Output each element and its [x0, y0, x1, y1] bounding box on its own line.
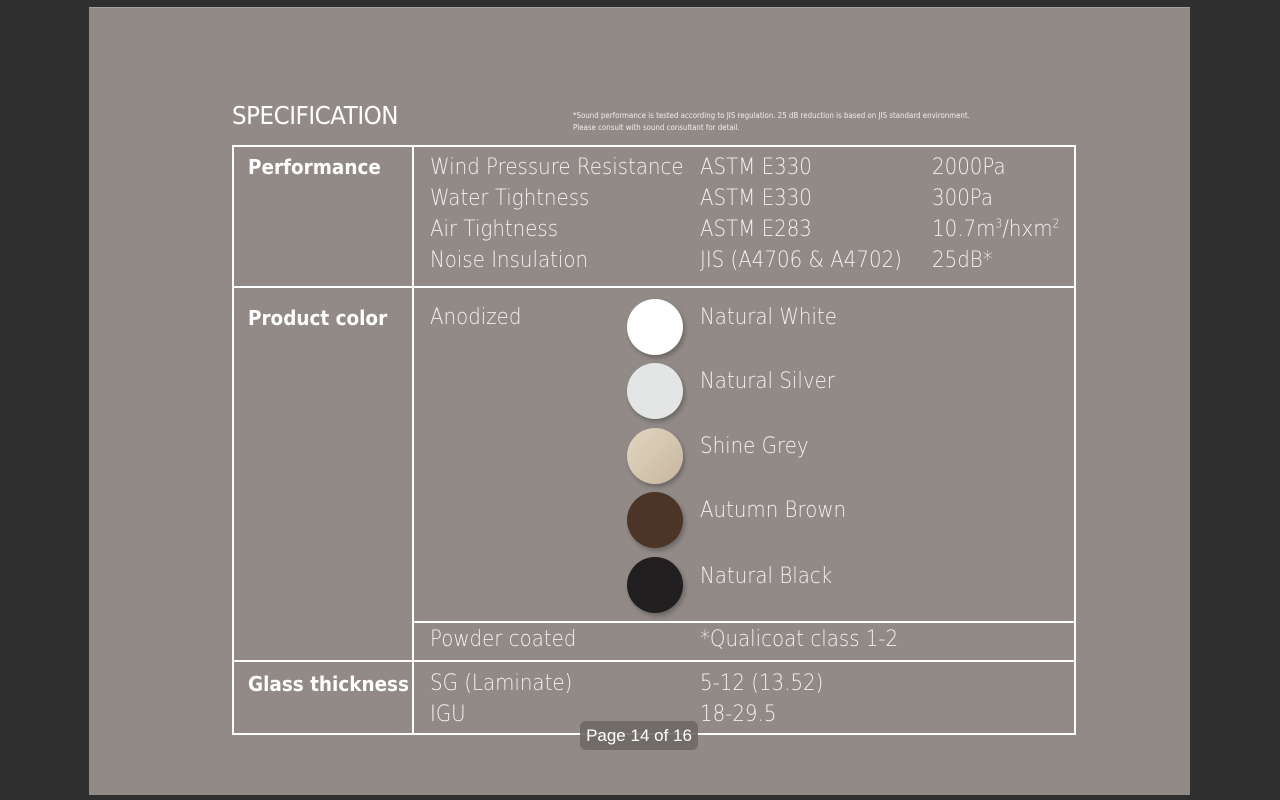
product-color-label: Product color — [248, 306, 388, 330]
powder-coat-note: *Qualicoat class 1-2 — [700, 627, 899, 652]
glass-type: IGU — [430, 702, 466, 727]
color-swatch-natural-silver — [627, 363, 683, 419]
value-part: 10.7m — [932, 217, 996, 242]
footnote: *Sound performance is tested according t… — [573, 110, 970, 134]
finish-anodized: Anodized — [430, 305, 522, 330]
color-name: Natural Silver — [700, 369, 835, 394]
performance-name: Noise Insulation — [430, 248, 589, 273]
glass-value: 5-12 (13.52) — [700, 671, 824, 696]
footnote-line-2: Please consult with sound consultant for… — [573, 123, 740, 132]
performance-label: Performance — [248, 155, 381, 179]
row-divider — [232, 660, 1076, 662]
color-name: Autumn Brown — [700, 498, 847, 523]
performance-value: 300Pa — [932, 186, 993, 211]
color-swatch-autumn-brown — [627, 492, 683, 548]
performance-standard: ASTM E330 — [700, 186, 812, 211]
row-divider — [232, 286, 1076, 288]
value-superscript: 2 — [1052, 216, 1060, 231]
performance-value: 10.7m3/hxm2 — [932, 217, 1059, 242]
color-name: Natural White — [700, 305, 837, 330]
performance-standard: ASTM E283 — [700, 217, 812, 242]
performance-value: 2000Pa — [932, 155, 1006, 180]
glass-value: 18-29.5 — [700, 702, 777, 727]
color-swatch-shine-grey — [627, 428, 683, 484]
value-part: /hxm — [1002, 217, 1053, 242]
performance-value: 25dB* — [932, 248, 993, 273]
finish-powder-coated: Powder coated — [430, 627, 577, 652]
footnote-line-1: *Sound performance is tested according t… — [573, 111, 970, 120]
performance-name: Air Tightness — [430, 217, 559, 242]
color-swatch-natural-black — [627, 557, 683, 613]
column-divider — [412, 145, 414, 735]
page-indicator: Page 14 of 16 — [580, 721, 698, 750]
page-title: SPECIFICATION — [232, 101, 399, 130]
color-swatch-natural-white — [627, 299, 683, 355]
color-name: Natural Black — [700, 564, 833, 589]
glass-type: SG (Laminate) — [430, 671, 573, 696]
glass-thickness-label: Glass thickness — [248, 672, 409, 696]
color-name: Shine Grey — [700, 434, 809, 459]
row-divider — [412, 621, 1076, 623]
performance-standard: JIS (A4706 & A4702) — [700, 248, 902, 273]
performance-standard: ASTM E330 — [700, 155, 812, 180]
performance-name: Wind Pressure Resistance — [430, 155, 684, 180]
performance-name: Water Tightness — [430, 186, 590, 211]
